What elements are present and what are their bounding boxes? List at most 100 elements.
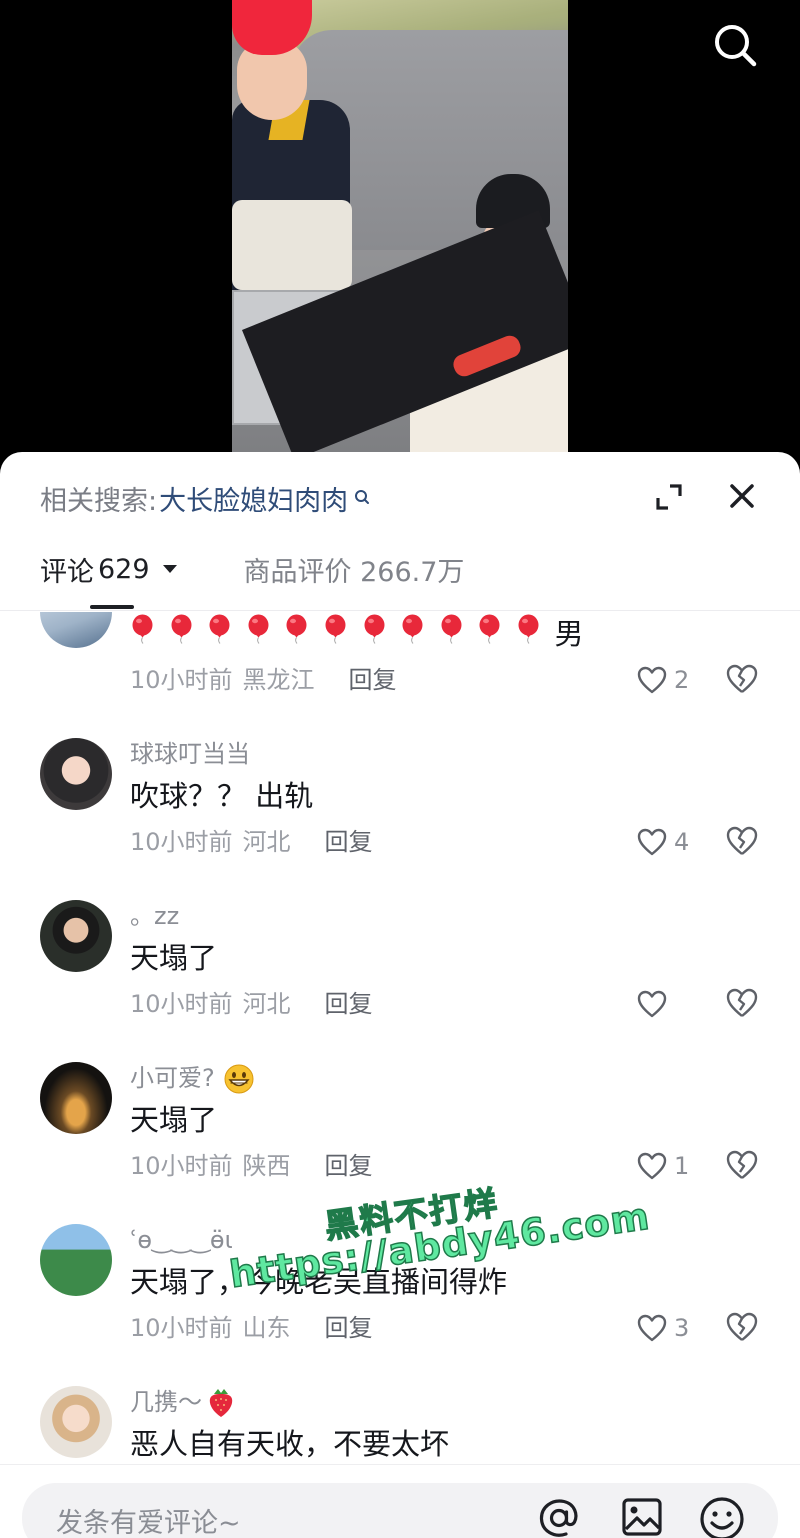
balloon-icon [248,614,269,644]
related-search[interactable]: 相关搜索: 大长脸媳妇肉肉 [40,478,372,518]
search-icon [355,490,370,504]
comment-location: 河北 [242,828,291,856]
comment-time: 10小时前 [130,666,233,694]
related-search-label: 相关搜索: [40,485,158,517]
strawberry-icon [209,1389,233,1417]
comment-text: 男 [130,614,584,654]
avatar[interactable] [40,1386,112,1458]
tab-comments-count: 629 [98,553,150,585]
like-count: 4 [674,828,690,856]
heart-icon [637,1152,667,1180]
comment-input-bar: 发条有爱评论~ [0,1464,800,1538]
comment-input[interactable]: 发条有爱评论~ [22,1483,778,1538]
heart-icon [637,828,667,856]
balloon-icon [325,614,346,644]
balloon-icon [286,614,307,644]
comment-time: 10小时前 [130,1152,233,1180]
broken-heart-icon[interactable] [724,824,760,858]
avatar[interactable] [40,1062,112,1134]
related-search-link[interactable]: 大长脸媳妇肉肉 [159,479,348,518]
like-button[interactable]: 1 [636,1150,689,1182]
balloon-icon [132,614,153,644]
comment-text-suffix: 男 [554,617,584,651]
divider [0,610,800,611]
search-icon[interactable] [712,22,758,68]
comment-item: 男 10小时前 黑龙江 回复 2 [0,612,800,738]
comment-location: 陕西 [242,1152,291,1180]
comment-tabs: 评论 629 商品评价 266.7万 [40,548,464,590]
balloon-icon [518,614,539,644]
reply-button[interactable]: 回复 [325,826,373,858]
video-frame [232,0,568,470]
close-icon[interactable] [726,480,758,512]
broken-heart-icon[interactable] [724,662,760,696]
reply-button[interactable]: 回复 [349,664,397,696]
balloon-icon [479,614,500,644]
comment-username[interactable]: ʿɵ‿‿‿ɵ̈ɩ [130,1224,233,1256]
balloon-icon [402,614,423,644]
comment-username[interactable]: 。zz [130,900,179,932]
broken-heart-icon[interactable] [724,1310,760,1344]
comment-time: 10小时前 [130,1314,233,1342]
comment-text: 恶人自有天收，不要太坏 [130,1427,450,1461]
broken-heart-icon[interactable] [724,986,760,1020]
comment-item: ʿɵ‿‿‿ɵ̈ɩ 天塌了，今晚老吴直播间得炸 10小时前 山东 回复 3 [0,1224,800,1386]
like-button[interactable]: 3 [636,1312,689,1344]
heart-icon [637,666,667,694]
comment-meta: 10小时前 山东 回复 [130,1312,373,1344]
comment-meta: 10小时前 黑龙江 回复 [130,664,397,696]
balloon-icon [364,614,385,644]
tab-comments-label: 评论 [40,556,94,588]
comment-list[interactable]: 男 10小时前 黑龙江 回复 2 球球叮当当 吹球？？ 出轨 10小时前 河北 … [0,612,800,1464]
reply-button[interactable]: 回复 [325,1312,373,1344]
heart-icon [637,990,667,1018]
tab-comments[interactable]: 评论 629 [40,550,178,589]
reply-button[interactable]: 回复 [325,1150,373,1182]
at-mention-icon[interactable] [536,1495,582,1538]
comment-item: 小可爱? 天塌了 10小时前 陕西 回复 1 [0,1062,800,1224]
grinning-face-icon [224,1064,254,1094]
tab-product-reviews[interactable]: 商品评价 266.7万 [244,550,465,589]
comment-username-text: 小可爱? [130,1064,215,1092]
comment-username-text: 几携～ [130,1388,202,1416]
comment-meta: 10小时前 陕西 回复 [130,1150,373,1182]
tab-underline [90,605,134,609]
balloon-emoji-row [130,614,555,644]
comment-meta: 10小时前 河北 回复 [130,826,373,858]
emoji-icon[interactable] [698,1495,746,1538]
comment-username[interactable]: 几携～ [130,1386,236,1419]
comment-text: 天塌了 [130,941,218,975]
comment-text: 吹球？？ 出轨 [130,779,314,813]
comment-text: 天塌了，今晚老吴直播间得炸 [130,1265,508,1299]
comment-text: 天塌了 [130,1103,218,1137]
avatar[interactable] [40,612,112,648]
image-icon[interactable] [620,1495,664,1538]
video-player[interactable] [0,0,800,470]
comment-username[interactable]: 小可爱? [130,1062,255,1095]
like-button[interactable] [636,988,674,1020]
caret-down-icon[interactable] [162,564,178,574]
like-count: 2 [674,666,690,694]
broken-heart-icon[interactable] [724,1148,760,1182]
comment-input-placeholder: 发条有爱评论~ [56,1508,241,1538]
comment-item: 球球叮当当 吹球？？ 出轨 10小时前 河北 回复 4 [0,738,800,900]
like-button[interactable]: 2 [636,664,689,696]
comment-username[interactable]: 球球叮当当 [130,738,250,770]
like-count: 1 [674,1152,690,1180]
comment-location: 山东 [242,1314,291,1342]
heart-icon [637,1314,667,1342]
avatar[interactable] [40,900,112,972]
comment-time: 10小时前 [130,990,233,1018]
comment-location: 黑龙江 [242,666,315,694]
like-count: 3 [674,1314,690,1342]
comment-item: 。zz 天塌了 10小时前 河北 回复 [0,900,800,1062]
reply-button[interactable]: 回复 [325,988,373,1020]
comment-location: 河北 [242,990,291,1018]
avatar[interactable] [40,1224,112,1296]
expand-icon[interactable] [654,482,684,512]
avatar[interactable] [40,738,112,810]
comment-item: 几携～ 恶人自有天收，不要太坏 [0,1386,800,1464]
comment-time: 10小时前 [130,828,233,856]
like-button[interactable]: 4 [636,826,689,858]
comment-meta: 10小时前 河北 回复 [130,988,373,1020]
